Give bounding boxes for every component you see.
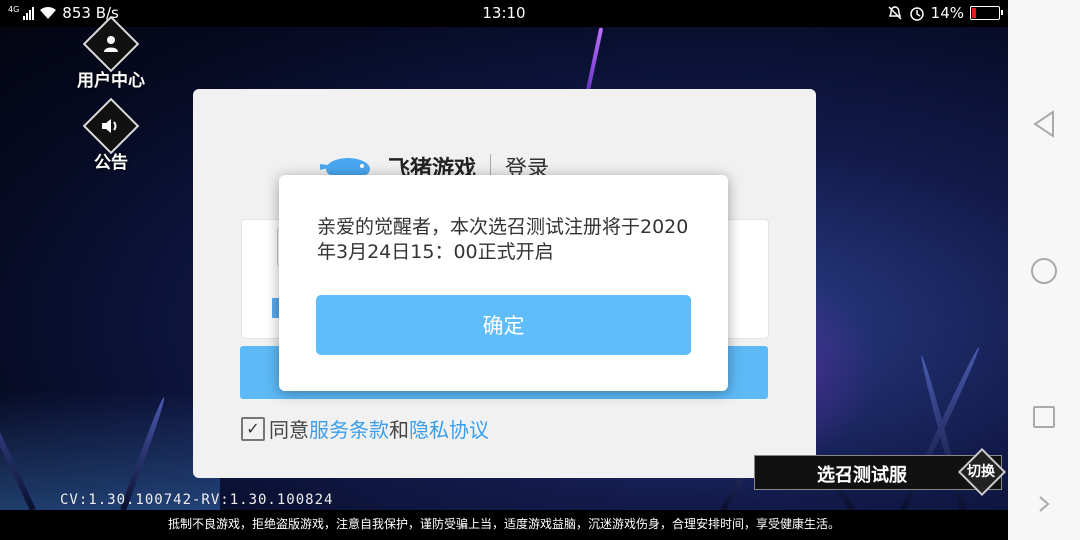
- mute-icon: [888, 6, 902, 20]
- alarm-icon: [909, 7, 924, 21]
- speaker-icon: [82, 97, 140, 155]
- recents-icon: [1033, 406, 1055, 428]
- home-icon: [1031, 258, 1057, 284]
- agree-checkbox[interactable]: ✓: [241, 416, 265, 441]
- version-info: CV:1.30.100742-RV:1.30.100824: [60, 492, 334, 508]
- battery-percent: 14%: [930, 4, 964, 22]
- and-text: 和: [389, 418, 409, 442]
- switch-server-button[interactable]: 切换: [957, 447, 1007, 497]
- notice-dialog: 亲爱的觉醒者，本次选召测试注册将于2020年3月24日15：00正式开启 确定: [279, 175, 728, 391]
- health-notice: 抵制不良游戏，拒绝盗版游戏，注意自我保护，谨防受骗上当，适度游戏益脑，沉迷游戏伤…: [0, 510, 1008, 540]
- light-streak: [584, 27, 604, 97]
- status-bar: 4G 853 B/s 13:10 14%: [0, 0, 1008, 27]
- battery-icon: [970, 6, 1003, 20]
- back-button[interactable]: [1008, 108, 1080, 140]
- chevron-right-icon: [1039, 496, 1050, 512]
- user-center-button[interactable]: 用户中心: [72, 15, 150, 91]
- announcement-button[interactable]: 公告: [72, 97, 150, 173]
- clock: 13:10: [482, 4, 526, 22]
- agree-prefix: 同意: [269, 418, 309, 442]
- confirm-button[interactable]: 确定: [316, 295, 691, 355]
- expand-button[interactable]: [1008, 492, 1080, 516]
- privacy-link[interactable]: 隐私协议: [409, 414, 489, 443]
- agreement-row: ✓ 同意 服务条款 和 隐私协议: [241, 414, 489, 443]
- terms-link[interactable]: 服务条款: [309, 414, 389, 443]
- home-button[interactable]: [1008, 255, 1080, 287]
- user-icon: [82, 15, 140, 73]
- recents-button[interactable]: [1008, 401, 1080, 433]
- server-name: 选召测试服: [817, 465, 907, 486]
- server-selector[interactable]: 选召测试服 切换: [754, 447, 1007, 497]
- dialog-message: 亲爱的觉醒者，本次选召测试注册将于2020年3月24日15：00正式开启: [317, 216, 689, 263]
- back-icon: [1033, 110, 1054, 138]
- switch-label: 切换: [967, 464, 995, 480]
- navigation-bar: [1008, 0, 1080, 540]
